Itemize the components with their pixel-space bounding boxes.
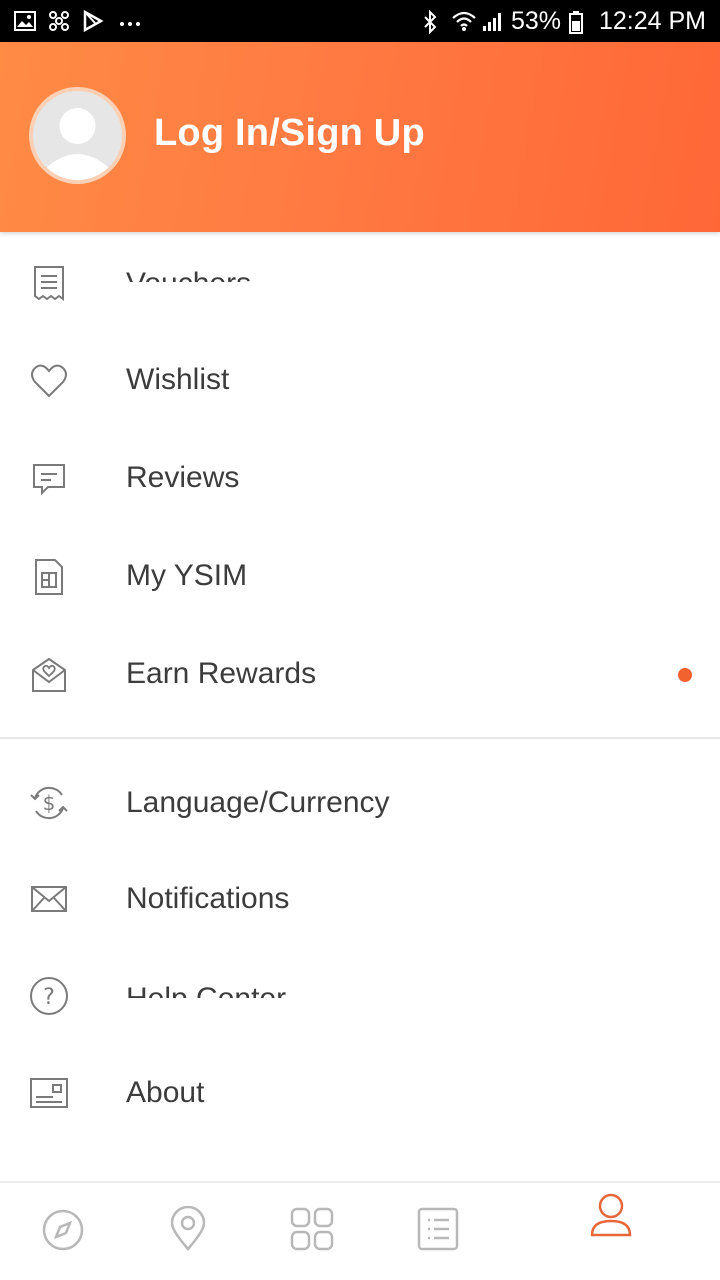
list-icon (416, 1206, 460, 1257)
sim-card-icon (29, 557, 69, 597)
currency-exchange-icon: $ (29, 783, 69, 823)
menu-item-my-ysim[interactable]: My YSIM (0, 528, 720, 626)
profile-icon (588, 1192, 634, 1243)
location-pin-icon (168, 1205, 208, 1257)
nav-destinations[interactable] (164, 1205, 212, 1257)
menu-label-language-currency: Language/Currency (126, 786, 390, 819)
menu-item-reviews[interactable]: Reviews (0, 430, 720, 528)
menu-item-about[interactable]: About (0, 1044, 720, 1142)
comment-icon (29, 459, 69, 499)
menu-label-notifications: Notifications (126, 882, 290, 915)
svg-text:?: ? (43, 985, 55, 1010)
wifi-icon (451, 10, 476, 32)
menu-item-earn-rewards[interactable]: Earn Rewards (0, 626, 720, 724)
signal-icon (481, 10, 503, 32)
menu-label-vouchers: Vouchers (126, 268, 251, 282)
login-signup-link[interactable]: Log In/Sign Up (154, 112, 425, 155)
menu-label-help-center: Help Center (126, 982, 286, 998)
menu-item-notifications[interactable]: Notifications (0, 850, 720, 948)
menu-label-earn-rewards: Earn Rewards (126, 657, 317, 690)
more-dots-icon (116, 10, 140, 32)
bluetooth-icon (421, 9, 443, 35)
envelope-icon (29, 879, 69, 919)
menu-item-help-center[interactable]: ? Help Center (0, 948, 720, 1015)
bottom-navigation (0, 1181, 720, 1280)
clock: 12:24 PM (598, 6, 706, 35)
avatar[interactable] (29, 87, 126, 184)
play-store-icon (82, 9, 104, 33)
notification-badge-dot (678, 668, 692, 682)
pinwheel-icon (48, 10, 70, 32)
nav-explore[interactable] (39, 1208, 87, 1256)
about-card-icon (29, 1073, 69, 1113)
section-divider (0, 737, 720, 739)
nav-bookings[interactable] (414, 1207, 462, 1255)
help-circle-icon: ? (29, 976, 69, 1016)
menu-item-vouchers[interactable]: Vouchers (0, 232, 720, 301)
menu-label-wishlist: Wishlist (126, 363, 230, 396)
menu-item-language-currency[interactable]: $ Language/Currency (0, 754, 720, 852)
grid-icon (289, 1206, 335, 1257)
menu-label-my-ysim: My YSIM (126, 559, 248, 592)
receipt-icon (29, 264, 69, 304)
svg-text:$: $ (43, 791, 56, 815)
compass-icon (41, 1208, 85, 1257)
status-bar: 53% 12:24 PM (0, 0, 720, 42)
menu-label-reviews: Reviews (126, 461, 240, 494)
nav-categories[interactable] (288, 1207, 336, 1255)
battery-percent: 53% (510, 6, 561, 35)
menu-label-about: About (126, 1076, 205, 1109)
profile-header[interactable]: Log In/Sign Up (0, 42, 720, 232)
avatar-placeholder-icon (33, 91, 122, 180)
heart-envelope-icon (29, 655, 69, 695)
battery-icon (568, 10, 591, 34)
nav-profile[interactable] (587, 1193, 635, 1241)
menu-item-wishlist[interactable]: Wishlist (0, 332, 720, 430)
gallery-icon (14, 10, 36, 32)
heart-icon (29, 361, 69, 401)
